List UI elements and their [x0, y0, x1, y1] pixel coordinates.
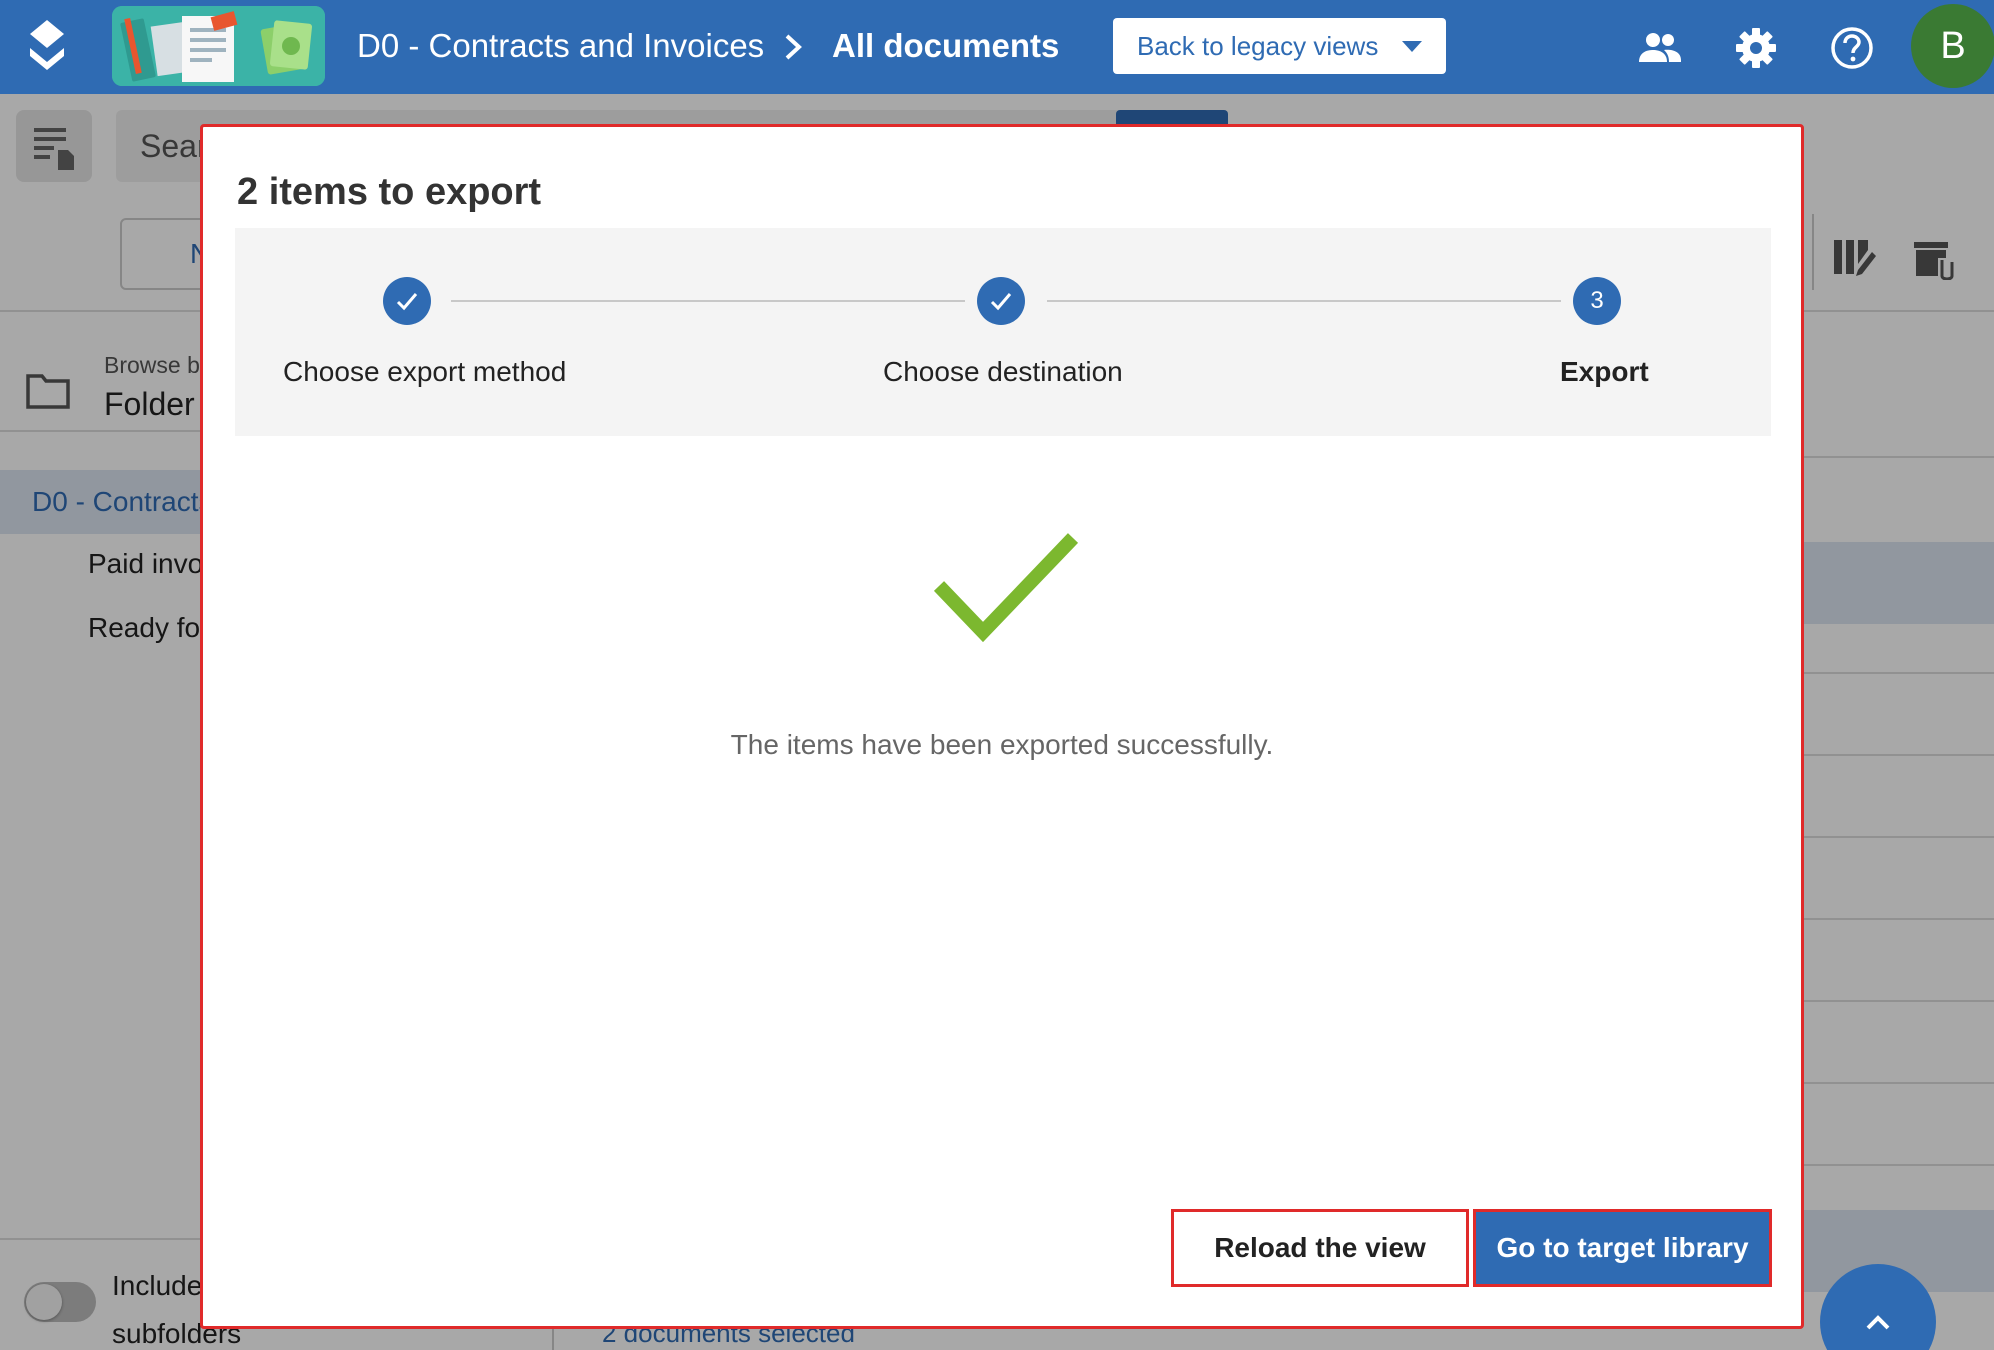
step-connector	[451, 300, 965, 302]
step-2-indicator	[977, 277, 1025, 325]
caret-down-icon	[1402, 41, 1422, 52]
help-icon[interactable]	[1828, 24, 1876, 72]
export-dialog: 2 items to export 3 Choose export method…	[200, 124, 1804, 1329]
gear-icon[interactable]	[1732, 24, 1780, 72]
step-1-indicator	[383, 277, 431, 325]
invoice-illustration-icon	[112, 6, 325, 86]
chevron-right-icon	[785, 34, 802, 60]
breadcrumb-current: All documents	[832, 27, 1060, 64]
step-connector	[1047, 300, 1561, 302]
breadcrumb-app[interactable]: D0 - Contracts and Invoices	[357, 24, 764, 68]
step-3-label: Export	[1560, 356, 1649, 387]
check-icon	[990, 293, 1012, 311]
check-icon	[396, 293, 418, 311]
success-message: The items have been exported successfull…	[730, 729, 1274, 760]
success-check-icon	[933, 533, 1079, 643]
user-avatar[interactable]: B	[1911, 4, 1994, 88]
top-bar: D0 - Contracts and Invoices All document…	[0, 0, 1994, 94]
chevron-up-icon	[1866, 1315, 1890, 1330]
legacy-views-dropdown[interactable]: Back to legacy views	[1113, 18, 1446, 74]
go-to-target-library-button[interactable]: Go to target library	[1473, 1209, 1772, 1287]
dialog-title: 2 items to export	[237, 171, 542, 213]
step-2-label: Choose destination	[883, 356, 1123, 387]
reload-view-button[interactable]: Reload the view	[1171, 1209, 1469, 1287]
logo-icon[interactable]	[18, 18, 76, 76]
legacy-views-label: Back to legacy views	[1137, 31, 1379, 61]
export-stepper: 3 Choose export method Choose destinatio…	[235, 228, 1771, 436]
app-thumbnail[interactable]	[112, 6, 325, 86]
step-1-label: Choose export method	[283, 356, 567, 387]
users-icon[interactable]	[1636, 24, 1684, 72]
step-3-indicator: 3	[1573, 277, 1621, 325]
